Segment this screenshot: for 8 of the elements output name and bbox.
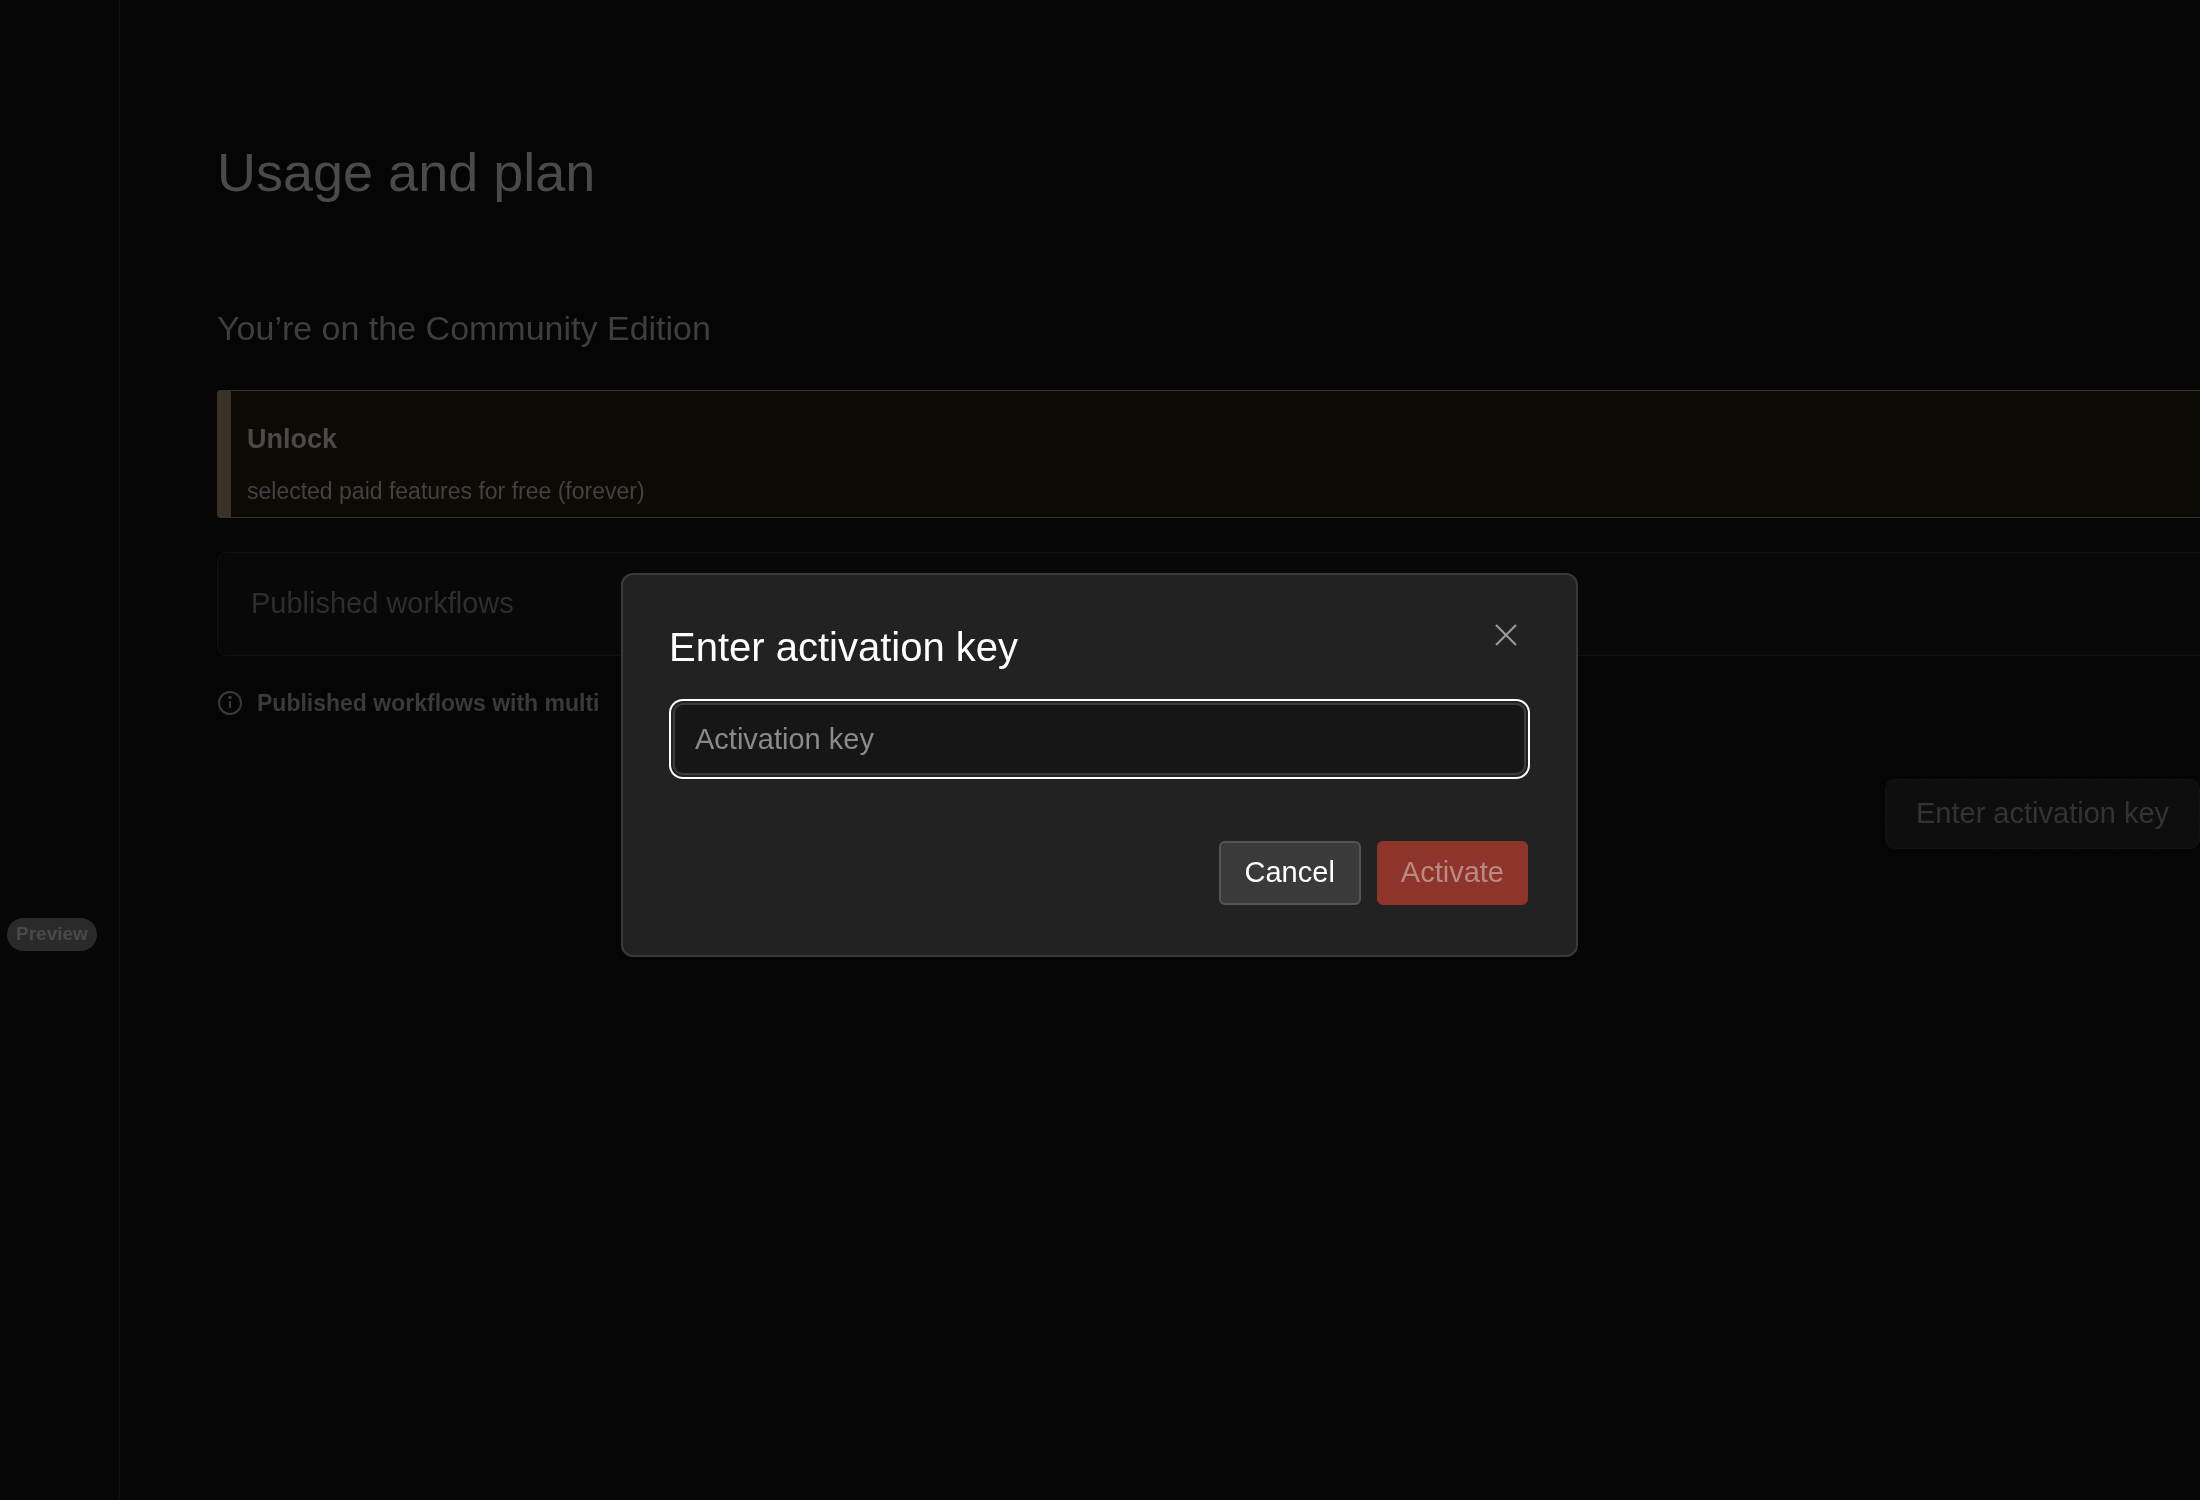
info-icon — [217, 690, 243, 717]
banner-text: selected paid features for free (forever) — [247, 476, 645, 506]
close-icon[interactable] — [1494, 623, 1518, 647]
plan-subtitle: You’re on the Community Edition — [217, 308, 711, 349]
cancel-button[interactable]: Cancel — [1218, 841, 1361, 905]
dialog-title: Enter activation key — [669, 624, 1019, 671]
banner-title: Unlock — [247, 423, 338, 456]
page-title: Usage and plan — [217, 141, 596, 204]
